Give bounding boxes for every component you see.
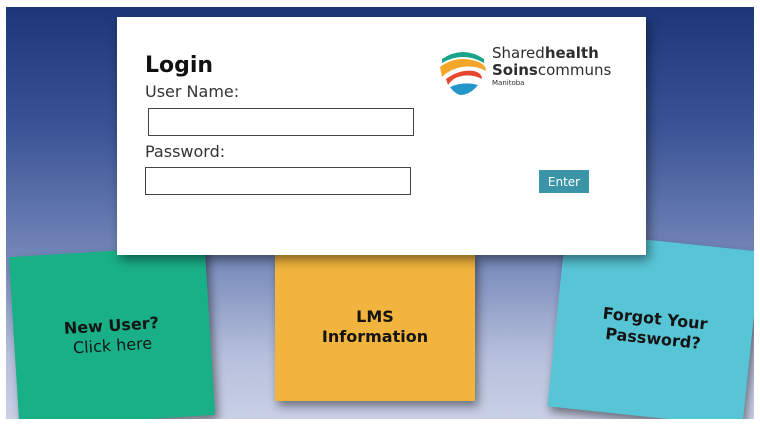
new-user-card[interactable]: New User? Click here	[8, 245, 216, 419]
background-stage: New User? Click here LMS Information For…	[6, 7, 754, 419]
username-label: User Name:	[145, 82, 240, 101]
enter-button[interactable]: Enter	[539, 170, 589, 193]
password-input[interactable]	[145, 167, 411, 195]
lms-line1: LMS	[356, 307, 394, 326]
logo-line1-bold: health	[544, 44, 599, 62]
logo-line2-bold: Soins	[492, 61, 538, 79]
password-label: Password:	[145, 142, 226, 161]
shared-health-logo: Sharedhealth Soinscommuns Manitoba	[436, 43, 636, 103]
logo-line2: Soinscommuns	[492, 62, 611, 79]
username-input[interactable]	[148, 108, 414, 136]
lms-card-text: LMS Information	[322, 307, 428, 347]
logo-sub: Manitoba	[492, 79, 525, 87]
new-user-card-text: New User? Click here	[63, 313, 160, 359]
lms-line2: Information	[321, 327, 429, 346]
logo-wordmark: Sharedhealth Soinscommuns Manitoba	[492, 45, 611, 88]
shared-health-logo-icon	[439, 47, 487, 95]
logo-line2-regular: communs	[537, 61, 612, 79]
forgot-password-card[interactable]: Forgot Your Password?	[547, 231, 754, 419]
logo-line1: Sharedhealth	[492, 45, 611, 62]
login-title: Login	[145, 53, 214, 78]
login-panel: Login User Name: Password: Enter Sharedh…	[117, 17, 646, 255]
logo-line1-regular: Shared	[492, 44, 545, 62]
forgot-card-text: Forgot Your Password?	[600, 304, 709, 355]
lms-information-card[interactable]: LMS Information	[275, 253, 475, 401]
